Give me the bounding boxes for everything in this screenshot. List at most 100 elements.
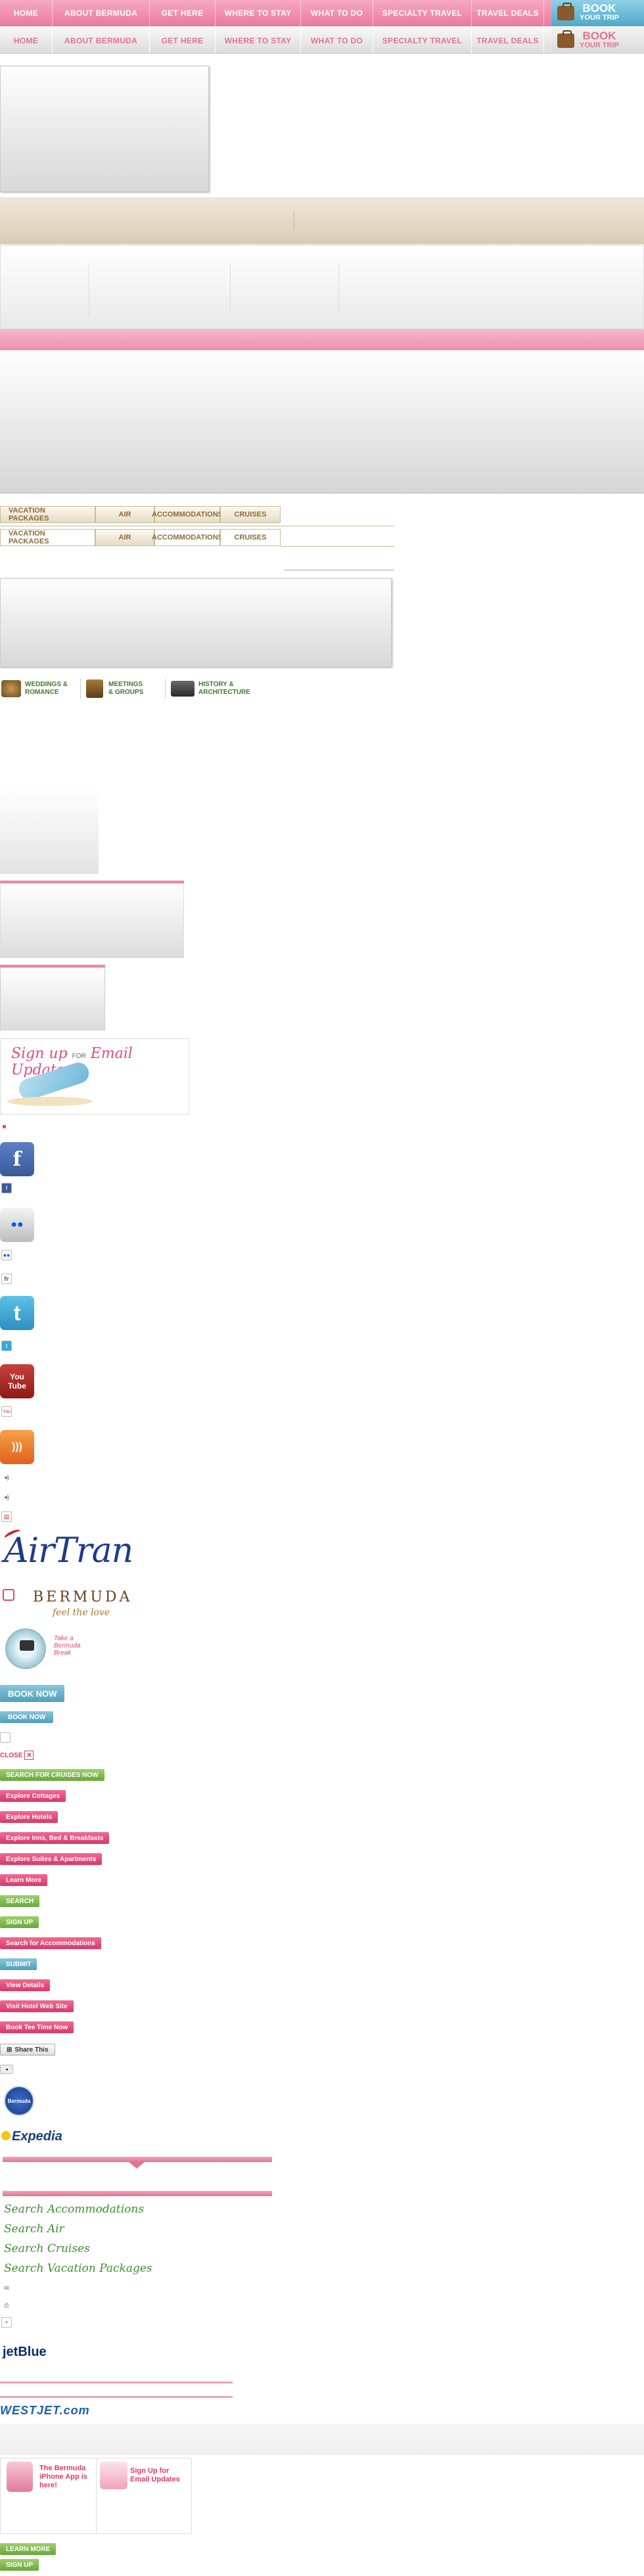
placeholder-box [0, 967, 105, 1030]
jetblue-logo[interactable]: jetBlue [3, 2345, 47, 2360]
audio-alt-icon[interactable]: ◂) [1, 1492, 12, 1502]
sand-shape [7, 1097, 93, 1106]
divider [281, 546, 394, 547]
search-cruises-link[interactable]: Search Cruises [4, 2242, 90, 2255]
nav-specialty-travel[interactable]: SPECIALTY TRAVEL [373, 27, 472, 54]
close-label: CLOSE [0, 1751, 23, 1759]
book-label: BOOK [582, 2, 616, 14]
arrow-icon[interactable]: ◂ [0, 2065, 13, 2074]
ribbon-arrow-icon [129, 2162, 145, 2169]
nav-where-to-stay[interactable]: WHERE TO STAY [216, 27, 301, 54]
nav-travel-deals[interactable]: TRAVEL DEALS [472, 27, 544, 54]
bermuda-break-link[interactable]: Take a Bermuda Break [54, 1635, 81, 1657]
youtube-icon[interactable]: You Tube [0, 1364, 34, 1398]
category-links: WEDDINGS & ROMANCE MEETINGS & GROUPS HIS… [1, 678, 263, 699]
nav-about-bermuda[interactable]: ABOUT BERMUDA [53, 27, 150, 54]
flickr-text-icon[interactable]: flr [1, 1274, 12, 1284]
add-icon[interactable]: + [1, 2317, 12, 2328]
nav-specialty-travel[interactable]: SPECIALTY TRAVEL [373, 0, 472, 26]
westjet-logo[interactable]: WESTJET.com [0, 2404, 90, 2418]
nav-travel-deals[interactable]: TRAVEL DEALS [472, 0, 544, 26]
book-now-large-button[interactable]: BOOK NOW [0, 1685, 65, 1702]
tab-vacation-packages[interactable]: VACATION PACKAGES [0, 506, 95, 523]
search-air-link[interactable]: Search Air [4, 2222, 64, 2236]
email-updates-link[interactable]: Sign Up for Email Updates [130, 2467, 183, 2484]
explore-inns-button[interactable]: Explore Inns, Bed & Breakfasts [0, 1832, 110, 1844]
tab-air[interactable]: AIR [95, 506, 154, 523]
learn-more-button-alt[interactable]: LEARN MORE [0, 2543, 57, 2555]
twitter-small-icon[interactable]: t [1, 1341, 12, 1351]
search-accommodations-button[interactable]: Search for Accommodations [0, 1937, 101, 1949]
tab-cruises[interactable]: CRUISES [220, 506, 281, 523]
flickr-icon[interactable]: ●● [0, 1208, 34, 1242]
view-details-button[interactable]: View Details [0, 1979, 51, 1991]
sign-up-button[interactable]: SIGN UP [0, 1916, 39, 1928]
share-this-button[interactable]: ⊞ Share This [0, 2044, 55, 2056]
close-button[interactable]: CLOSE ✕ [0, 1751, 34, 1760]
booking-tabs-alt: VACATION PACKAGES AIR ACCOMMODATIONS CRU… [0, 529, 281, 546]
submit-button[interactable]: SUBMIT [0, 1958, 37, 1970]
close-icon: ✕ [24, 1751, 34, 1760]
tab-accommodations[interactable]: ACCOMMODATIONS [152, 506, 223, 523]
explore-hotels-button[interactable]: Explore Hotels [0, 1811, 58, 1823]
history-label: HISTORY & ARCHITECTURE [198, 681, 250, 696]
nav-get-here[interactable]: GET HERE [150, 0, 216, 26]
email-signup-banner[interactable]: Sign up FOR Email Updates [0, 1038, 189, 1115]
nav-get-here[interactable]: GET HERE [150, 27, 216, 54]
iphone-app-link[interactable]: The Bermuda iPhone App is here! [39, 2464, 92, 2490]
facebook-small-icon[interactable]: f [1, 1183, 12, 1193]
nav-what-to-do[interactable]: WHAT TO DO [301, 0, 373, 26]
placeholder-box [0, 883, 184, 958]
suitcase-icon [557, 30, 574, 48]
weddings-label: WEDDINGS & ROMANCE [25, 681, 68, 696]
audio-icon[interactable]: ◂) [1, 1472, 12, 1483]
nav-where-to-stay[interactable]: WHERE TO STAY [216, 0, 301, 26]
meetings-link[interactable]: MEETINGS & GROUPS [86, 679, 165, 698]
youtube-small-icon[interactable]: You [1, 1406, 12, 1417]
search-button[interactable]: SEARCH [0, 1895, 40, 1907]
bullet-icon [3, 1125, 6, 1128]
history-link[interactable]: HISTORY & ARCHITECTURE [171, 681, 263, 697]
tab-vacation-packages[interactable]: VACATION PACKAGES [0, 529, 95, 546]
book-your-trip-button[interactable]: BOOK YOUR TRIP [552, 0, 644, 26]
signup-label: Sign up [11, 1046, 68, 1062]
rss-icon[interactable]: ))) [0, 1430, 34, 1464]
pink-divider [0, 2396, 233, 2398]
nav-what-to-do[interactable]: WHAT TO DO [301, 27, 373, 54]
divider [165, 679, 166, 699]
checkbox-icon[interactable] [0, 1732, 11, 1743]
explore-cottages-button[interactable]: Explore Cottages [0, 1790, 66, 1802]
nav-home[interactable]: HOME [0, 0, 53, 26]
tab-air[interactable]: AIR [95, 529, 154, 546]
book-your-trip-button[interactable]: BOOK YOUR TRIP [552, 27, 644, 54]
weddings-link[interactable]: WEDDINGS & ROMANCE [1, 680, 80, 697]
footer-band [0, 2424, 644, 2455]
print-icon[interactable]: ⎙ [1, 2300, 12, 2311]
flickr-small-icon[interactable]: ●● [1, 1250, 12, 1260]
hero-panel [0, 350, 644, 494]
learn-more-button[interactable]: Learn More [0, 1874, 47, 1886]
nav-home[interactable]: HOME [0, 27, 53, 54]
twitter-icon[interactable]: t [0, 1296, 34, 1330]
facebook-icon[interactable]: f [0, 1142, 34, 1176]
meetings-label: MEETINGS & GROUPS [108, 681, 144, 696]
book-tee-time-button[interactable]: Book Tee Time Now [0, 2021, 74, 2033]
for-label: FOR [72, 1053, 86, 1060]
pink-ribbon [3, 2191, 272, 2196]
search-accommodations-link[interactable]: Search Accommodations [4, 2203, 144, 2216]
main-nav-hover: HOME ABOUT BERMUDA GET HERE WHERE TO STA… [0, 27, 644, 54]
tab-cruises[interactable]: CRUISES [220, 529, 281, 546]
bermuda-tagline: feel the love [53, 1607, 110, 1618]
visit-hotel-button[interactable]: Visit Hotel Web Site [0, 2000, 74, 2012]
nav-about-bermuda[interactable]: ABOUT BERMUDA [53, 0, 150, 26]
sign-up-button-alt[interactable]: SIGN UP [0, 2559, 39, 2571]
explore-suites-button[interactable]: Explore Suites & Apartments [0, 1853, 103, 1865]
search-vacation-packages-link[interactable]: Search Vacation Packages [4, 2262, 152, 2275]
tab-accommodations[interactable]: ACCOMMODATIONS [152, 529, 223, 546]
expedia-logo[interactable]: Expedia [1, 2129, 62, 2144]
search-cruises-button[interactable]: SEARCH FOR CRUISES NOW [0, 1769, 104, 1781]
email-icon[interactable]: ✉ [1, 2283, 12, 2293]
airtran-logo[interactable]: AirTran [4, 1531, 133, 1571]
pdf-icon[interactable]: ▤ [1, 1511, 12, 1522]
book-now-button[interactable]: BOOK NOW [0, 1711, 54, 1723]
